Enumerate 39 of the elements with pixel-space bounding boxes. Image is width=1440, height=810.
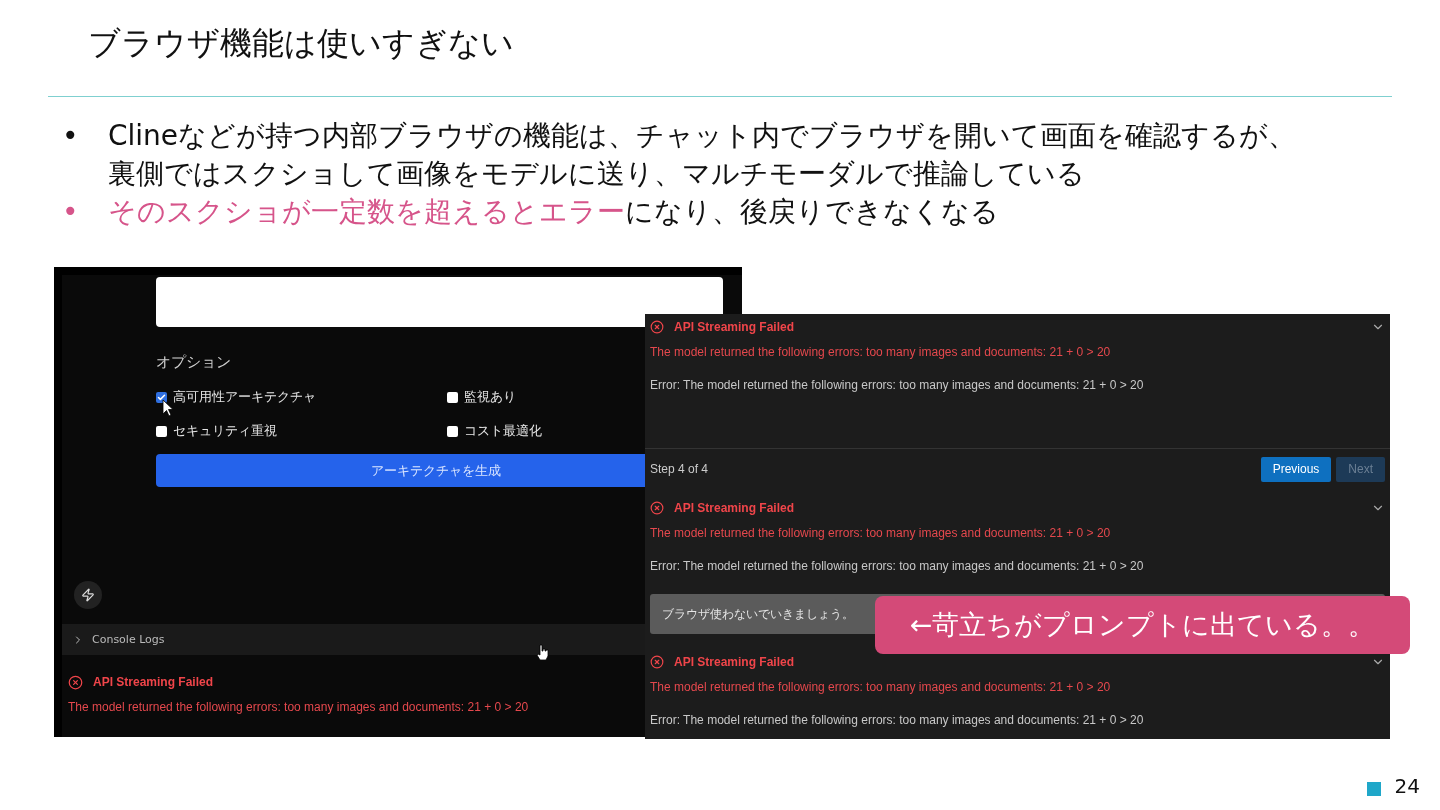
error-icon xyxy=(650,501,664,515)
options-label: オプション xyxy=(156,353,232,372)
checkbox[interactable] xyxy=(447,425,458,437)
square-icon xyxy=(1366,782,1381,796)
error-icon xyxy=(650,320,664,334)
error-title: API Streaming Failed xyxy=(93,675,214,689)
error-message: The model returned the following errors: too many images and documents: 21 + 0 > 20 xyxy=(650,526,1112,540)
checkbox[interactable] xyxy=(447,391,458,403)
page-number: 24 xyxy=(1394,774,1420,798)
error-detail: Error: The model returned the following errors: too many images and documents: 21 + 0 > 20 xyxy=(650,713,1145,727)
error-message: The model returned the following errors: too many images and documents: 21 + 0 > 20 xyxy=(650,345,1112,359)
checkbox-label: 高可用性アーキテクチャ xyxy=(173,388,316,406)
hand-cursor-icon xyxy=(536,644,550,660)
checkbox-label: コスト最適化 xyxy=(464,422,542,440)
bullet-text: そのスクショが一定数を超えるとエラーになり、後戻りできなくなる xyxy=(108,194,1000,230)
pointer-cursor-icon xyxy=(162,399,174,417)
checkbox-label: 監視あり xyxy=(464,388,516,406)
error-title: API Streaming Failed xyxy=(674,320,795,334)
console-logs-label: Console Logs xyxy=(92,633,165,646)
checkbox[interactable] xyxy=(156,425,167,437)
lightning-icon xyxy=(81,588,95,602)
slide-title: ブラウザ機能は使いすぎない xyxy=(88,23,514,64)
step-button[interactable]: Previous xyxy=(1260,456,1332,482)
bullet-icon: • xyxy=(62,193,78,231)
error-title: API Streaming Failed xyxy=(674,501,795,515)
bullet-text: Clineなどが持つ内部ブラウザの機能は、チャット内でブラウザを開いて画面を確認するが、裏側ではスクショして画像をモデルに送り、マルチモーダルで推論している xyxy=(108,118,1298,192)
lightning-button[interactable] xyxy=(74,581,102,609)
generate-button[interactable]: アーキテクチャを生成 xyxy=(156,454,645,487)
error-title: API Streaming Failed xyxy=(674,655,795,669)
error-detail: Error: The model returned the following errors: too many images and documents: 21 + 0 > 20 xyxy=(650,378,1145,392)
error-icon xyxy=(650,655,664,669)
error-message: The model returned the following errors: too many images and documents: 21 + 0 > 20 xyxy=(650,680,1112,694)
error-icon xyxy=(68,674,83,690)
callout-note: ←苛立ちがプロンプトに出ている。。 xyxy=(875,596,1410,654)
checkbox-label: セキュリティ重視 xyxy=(173,422,277,440)
error-detail: Error: The model returned the following errors: too many images and documents: 21 + 0 > 20 xyxy=(650,559,1145,573)
step-indicator: Step 4 of 4 xyxy=(650,462,709,476)
error-message: The model returned the following errors: too many images and documents: 21 + 0 > 20 xyxy=(68,700,530,714)
bullet-icon: • xyxy=(62,117,78,193)
